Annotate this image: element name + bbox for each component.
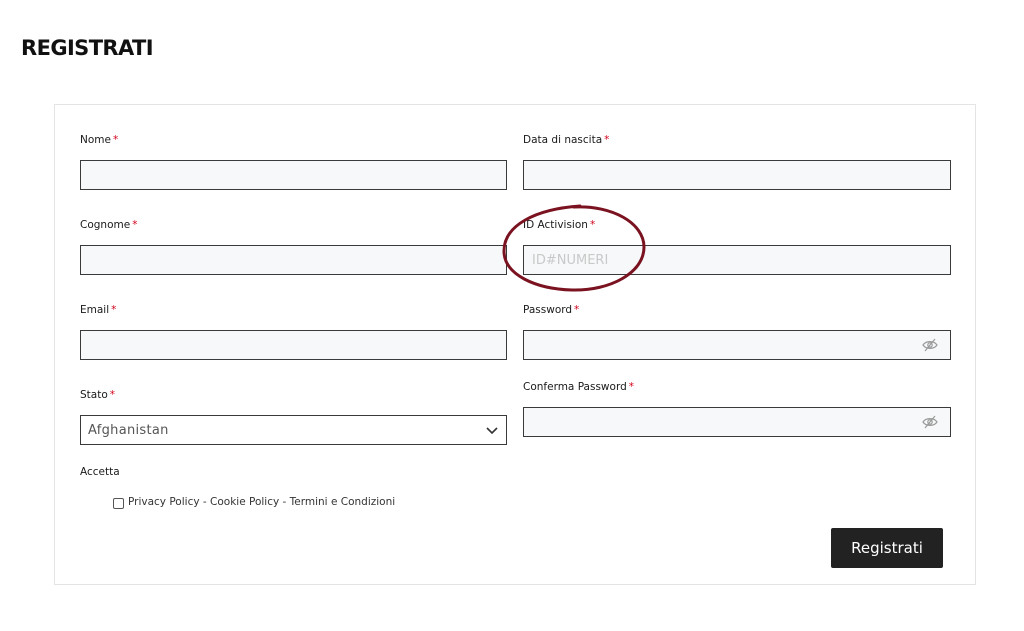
password-input[interactable] — [523, 330, 951, 360]
stato-select[interactable]: Afghanistan — [80, 415, 507, 445]
required-mark: * — [574, 304, 580, 316]
password-label: Password * — [523, 304, 580, 316]
required-mark: * — [628, 381, 634, 393]
required-mark: * — [112, 134, 119, 146]
activision-id-input[interactable] — [523, 245, 951, 275]
stato-label: Stato * — [80, 389, 116, 401]
required-mark: * — [132, 219, 138, 231]
chevron-down-icon — [486, 427, 498, 435]
email-input[interactable] — [80, 330, 507, 360]
stato-selected-value: Afghanistan — [88, 422, 169, 438]
accetta-label: Accetta — [80, 466, 120, 478]
required-mark: * — [111, 304, 117, 316]
eye-slash-icon[interactable] — [922, 415, 938, 429]
data-nascita-input[interactable] — [523, 160, 951, 190]
nome-label: Nome * — [80, 134, 119, 146]
cognome-label: Cognome * — [80, 219, 138, 231]
conferma-password-label: Conferma Password * — [523, 381, 634, 393]
conferma-password-input[interactable] — [523, 407, 951, 437]
required-mark: * — [109, 389, 116, 401]
required-mark: * — [604, 134, 610, 146]
eye-slash-icon[interactable] — [922, 338, 938, 352]
email-label: Email * — [80, 304, 117, 316]
privacy-checkbox[interactable] — [113, 498, 124, 509]
activision-id-label: ID Activision * — [523, 219, 596, 231]
data-nascita-label: Data di nascita * — [523, 134, 610, 146]
privacy-checkbox-label[interactable]: Privacy Policy - Cookie Policy - Termini… — [128, 496, 395, 508]
required-mark: * — [589, 219, 596, 231]
cognome-input[interactable] — [80, 245, 507, 275]
nome-input[interactable] — [80, 160, 507, 190]
page-title: REGISTRATI — [21, 36, 154, 60]
registration-page: REGISTRATI Nome * Data di nascita * Cognom… — [0, 0, 1024, 631]
registrati-button[interactable]: Registrati — [831, 528, 943, 568]
